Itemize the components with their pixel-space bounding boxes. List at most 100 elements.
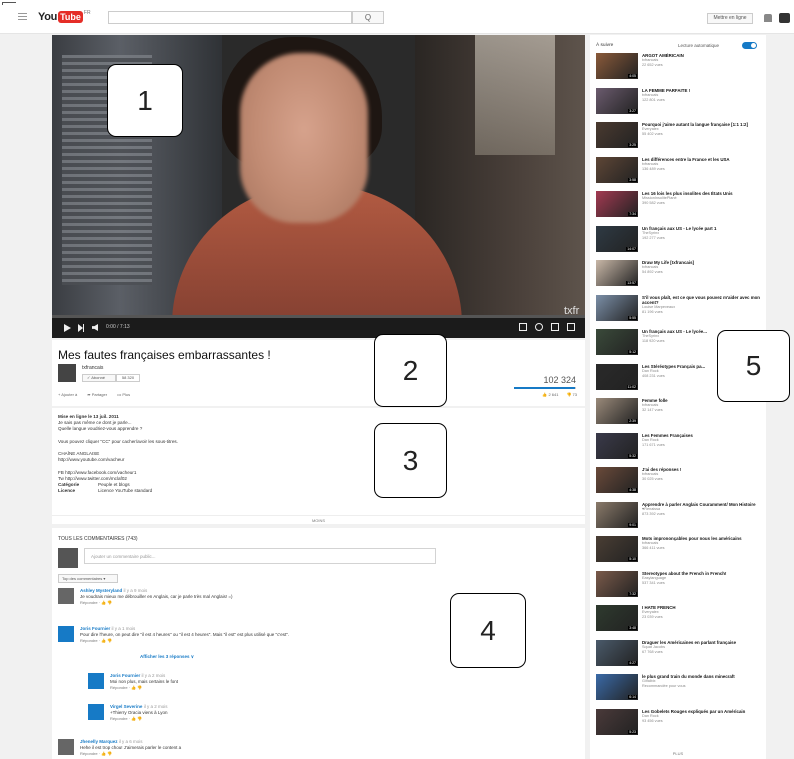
reply-button[interactable]: Répondre · 👍 👎 — [110, 716, 142, 721]
up-next-item[interactable]: 4:05 ARGOT AMÉRICAIN txfrancais 22 652 vues — [596, 53, 762, 83]
player-controls: 0:00 / 7:13 — [52, 315, 585, 338]
show-less-button[interactable]: MOINS — [52, 515, 585, 523]
comment-text: +Thierry Oracia viens à Lyon — [110, 710, 168, 715]
upload-button[interactable]: Mettre en ligne — [707, 13, 753, 24]
subscribe-button[interactable]: ✓ Abonné — [82, 374, 116, 382]
up-next-item[interactable]: 5:23 Les Gobelets Rouges expliqués par un… — [596, 708, 762, 739]
video-thumbnail[interactable]: 11:02 — [596, 363, 638, 390]
youtube-logo[interactable]: You Tube FR — [38, 10, 91, 24]
avatar[interactable] — [88, 704, 104, 720]
video-thumbnail[interactable]: 4:27 — [596, 639, 638, 666]
guide-menu-icon[interactable] — [18, 13, 27, 20]
video-thumbnail[interactable]: 4:38 — [596, 467, 638, 493]
up-next-title[interactable]: S'il vous plaît, est ce que vous pouvez … — [642, 295, 762, 305]
avatar[interactable] — [58, 626, 74, 642]
up-next-item[interactable]: 3:27 LA FEMME PARFAITE ! txfrancais 122 801… — [596, 87, 762, 118]
settings-icon[interactable] — [535, 323, 543, 331]
player-right-controls — [519, 323, 575, 331]
up-next-item[interactable]: 3:58 Les différences entre la France et l… — [596, 156, 762, 187]
up-next-item[interactable]: 14:07 Un français aux US - Le lycée part … — [596, 225, 762, 256]
comment-author[interactable]: Joris Fournier — [110, 673, 140, 678]
notifications-icon[interactable] — [764, 14, 772, 22]
channel-avatar[interactable] — [58, 364, 76, 382]
callout-2: 2 — [374, 334, 447, 407]
volume-icon[interactable] — [92, 324, 98, 331]
video-thumbnail[interactable]: 5:23 — [596, 708, 638, 735]
up-next-item[interactable]: 3:48 I HATE FRENCH Everyalex 23 039 vues — [596, 605, 762, 635]
like-ratio-fill — [514, 387, 575, 389]
theater-mode-icon[interactable] — [551, 323, 559, 331]
video-thumbnail[interactable]: 5:32 — [596, 432, 638, 459]
up-next-item[interactable]: 5:10 Mots imprononçables pour nous les am… — [596, 536, 762, 566]
up-next-item[interactable]: 7:32 Stereotypes about the French in Fren… — [596, 570, 762, 601]
add-to-button[interactable]: + Ajouter à — [58, 392, 77, 397]
fullscreen-icon[interactable] — [567, 323, 575, 331]
up-next-item[interactable]: 5:55 S'il vous plaît, est ce que vous pou… — [596, 294, 762, 325]
reply-button[interactable]: Répondre · 👍 👎 — [110, 685, 142, 690]
video-thumbnail[interactable]: 7:32 — [596, 570, 638, 597]
comment-author[interactable]: Joris Fournier — [80, 626, 110, 631]
autoplay-toggle[interactable] — [742, 42, 757, 49]
search-input[interactable] — [108, 11, 352, 24]
up-next-title[interactable]: Les Gobelets Rouges expliqués par un Amé… — [642, 709, 762, 714]
account-avatar[interactable] — [779, 13, 790, 23]
up-next-item[interactable]: 5:32 Les Femmes Françaises Dan Rock 171 671… — [596, 432, 762, 463]
share-button[interactable]: ➦ Partager — [87, 392, 107, 397]
video-duration: 5:32 — [628, 453, 637, 458]
dislike-count: 73 — [572, 392, 577, 397]
video-thumbnail[interactable]: 2:39 — [596, 398, 638, 424]
video-thumbnail[interactable]: 13:57 — [596, 260, 638, 286]
license-value[interactable]: Licence YouTube standard — [98, 488, 152, 494]
avatar[interactable] — [58, 588, 74, 604]
up-next-item[interactable]: 6:14 le plus grand train du monde dans mi… — [596, 674, 762, 704]
video-thumbnail[interactable]: 3:25 — [596, 122, 638, 148]
channel-name[interactable]: txfrancais — [82, 365, 103, 371]
video-actions: + Ajouter à ➦ Partager ••• Plus — [58, 392, 130, 397]
show-replies-button[interactable]: Afficher les 3 réponses ∨ — [140, 654, 194, 660]
play-icon[interactable] — [64, 324, 71, 332]
up-next-item[interactable]: 2:39 Femme folle txfrancais 32 147 vues — [596, 398, 762, 428]
comment-author[interactable]: Jhenelly Marquez — [80, 739, 118, 744]
video-thumbnail[interactable]: 9:01 — [596, 501, 638, 528]
comment-sort-dropdown[interactable]: Top des commentaires ▾ — [58, 574, 118, 583]
video-thumbnail[interactable]: 6:14 — [596, 674, 638, 700]
up-next-item[interactable]: 3:25 Pourquoi j'aime autant la langue fra… — [596, 122, 762, 152]
up-next-views: 873 392 vues — [642, 511, 665, 516]
comment-author[interactable]: Ashley Mysteryland — [80, 588, 122, 593]
video-thumbnail[interactable]: 5:12 — [596, 329, 638, 355]
progress-bar[interactable] — [52, 315, 585, 318]
like-button[interactable]: 👍 2 641 — [542, 392, 558, 397]
up-next-item[interactable]: 9:01 Apprendre à parler Anglais Courammen… — [596, 501, 762, 532]
avatar[interactable] — [58, 739, 74, 755]
view-count: 102 324 — [543, 375, 576, 385]
captions-icon[interactable] — [519, 323, 527, 331]
video-thumbnail[interactable]: 5:10 — [596, 536, 638, 562]
reply-button[interactable]: Répondre · 👍 👎 — [80, 751, 112, 756]
comment-author[interactable]: Virgel Severine — [110, 704, 142, 709]
search-button[interactable]: Q — [352, 11, 384, 24]
window-corner — [2, 2, 16, 5]
up-next-views: 23 039 vues — [642, 615, 663, 620]
up-next-item[interactable]: 4:38 J'ai des réponses ! txfrancais 30 025 … — [596, 467, 762, 497]
show-more-button[interactable]: PLUS — [590, 751, 766, 756]
up-next-item[interactable]: 7:34 Les 16 lois les plus insolites des É… — [596, 191, 762, 221]
dislike-button[interactable]: 👎 73 — [566, 392, 577, 397]
video-thumbnail[interactable]: 3:58 — [596, 156, 638, 183]
video-thumbnail[interactable]: 14:07 — [596, 225, 638, 252]
video-thumbnail[interactable]: 3:27 — [596, 87, 638, 114]
next-icon[interactable] — [78, 324, 84, 332]
up-next-item[interactable]: 13:57 Draw My Life [txfrancais] txfrancais… — [596, 260, 762, 290]
video-thumbnail[interactable]: 7:34 — [596, 191, 638, 217]
up-next-title[interactable]: Apprendre à parler Anglais Couramment/ M… — [642, 502, 762, 507]
video-thumbnail[interactable]: 4:05 — [596, 53, 638, 79]
more-button[interactable]: ••• Plus — [117, 392, 130, 397]
reply-button[interactable]: Répondre · 👍 👎 — [80, 638, 112, 643]
avatar[interactable] — [88, 673, 104, 689]
up-next-text: Les différences entre la France et les U… — [642, 157, 762, 173]
video-thumbnail[interactable]: 5:55 — [596, 294, 638, 321]
video-thumbnail[interactable]: 3:48 — [596, 605, 638, 631]
up-next-item[interactable]: 4:27 Draguer les Américaines en parlant f… — [596, 639, 762, 670]
reply-button[interactable]: Répondre · 👍 👎 — [80, 600, 112, 605]
up-next-title[interactable]: Pourquoi j'aime autant la langue françai… — [642, 122, 762, 127]
comment-input[interactable]: Ajouter un commentaire public... — [84, 548, 436, 564]
